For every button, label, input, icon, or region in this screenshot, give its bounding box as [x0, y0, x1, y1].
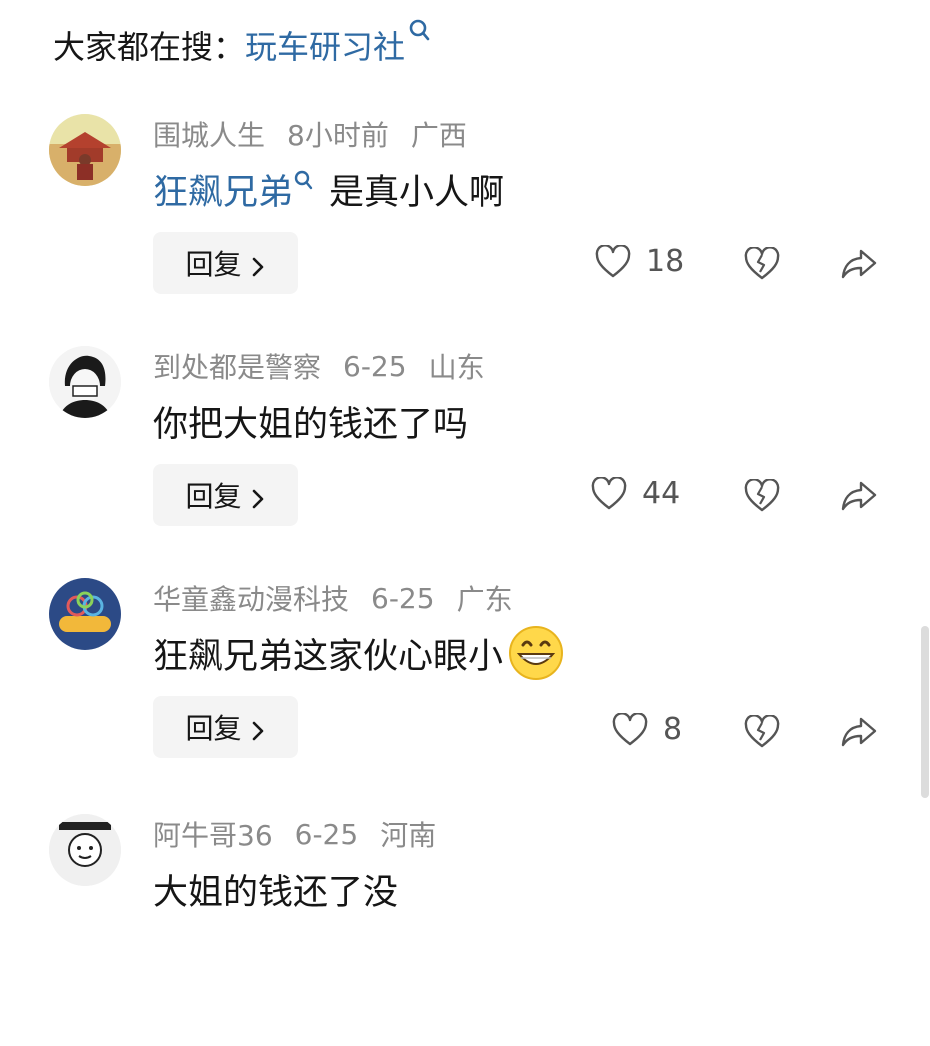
- dislike-button[interactable]: [741, 244, 783, 284]
- search-icon: [407, 18, 433, 48]
- search-term-link[interactable]: 玩车研习社: [245, 22, 405, 68]
- like-button[interactable]: 44: [590, 476, 680, 511]
- chevron-right-icon: [250, 716, 266, 741]
- mention-link[interactable]: 狂飙兄弟: [153, 164, 293, 215]
- comment-item: 阿牛哥36 6-25 河南 大姐的钱还了没: [0, 814, 930, 1046]
- broken-heart-icon: [744, 479, 780, 512]
- comment-text: 大姐的钱还了没: [153, 864, 398, 914]
- comment-location: 河南: [380, 819, 437, 852]
- share-arrow-icon: [841, 481, 877, 511]
- comment-text: 狂飙兄弟这家伙心眼小: [153, 626, 565, 680]
- comment-meta: 到处都是警察 6-25 山东: [153, 346, 507, 386]
- comment-body: 你把大姐的钱还了吗: [153, 404, 469, 445]
- share-arrow-icon: [841, 249, 877, 279]
- reply-label: 回复: [185, 248, 242, 281]
- chevron-right-icon: [250, 252, 266, 277]
- comment-body: 狂飙兄弟这家伙心眼小: [153, 636, 504, 677]
- avatar[interactable]: [49, 114, 121, 186]
- comment-meta: 围城人生 8小时前 广西: [153, 114, 489, 154]
- comment-location: 广西: [410, 119, 467, 152]
- avatar[interactable]: [49, 578, 121, 650]
- reply-button[interactable]: 回复: [153, 232, 298, 294]
- username[interactable]: 围城人生: [153, 114, 265, 154]
- comment-body: 是真小人啊: [329, 172, 505, 213]
- like-count: 8: [663, 712, 683, 747]
- username[interactable]: 到处都是警察: [153, 346, 321, 386]
- share-arrow-icon: [841, 717, 877, 747]
- heart-icon: [612, 712, 648, 745]
- broken-heart-icon: [744, 715, 780, 748]
- grinning-face-emoji: [507, 624, 565, 682]
- username[interactable]: 华童鑫动漫科技: [153, 578, 349, 618]
- search-icon: [293, 164, 315, 190]
- comment-item: 华童鑫动漫科技 6-25 广东 狂飙兄弟这家伙心眼小 回复 8: [0, 578, 930, 810]
- share-button[interactable]: [838, 244, 880, 284]
- share-button[interactable]: [838, 712, 880, 752]
- comment-time: 8小时前: [287, 119, 389, 152]
- dislike-button[interactable]: [741, 712, 783, 752]
- comment-time: 6-25: [371, 581, 435, 615]
- broken-heart-icon: [744, 247, 780, 280]
- chevron-right-icon: [250, 484, 266, 509]
- avatar[interactable]: [49, 814, 121, 886]
- comment-text: 你把大姐的钱还了吗: [153, 396, 468, 446]
- comment-meta: 华童鑫动漫科技 6-25 广东: [153, 578, 535, 618]
- scrollbar[interactable]: [921, 626, 929, 798]
- comment-time: 6-25: [343, 349, 407, 383]
- reply-label: 回复: [185, 480, 242, 513]
- comment-location: 广东: [456, 583, 513, 616]
- reply-label: 回复: [185, 712, 242, 745]
- comment-location: 山东: [428, 351, 485, 384]
- search-prefix: 大家都在搜：: [53, 28, 246, 66]
- username[interactable]: 阿牛哥36: [153, 814, 273, 854]
- like-button[interactable]: 18: [594, 244, 684, 279]
- comment-item: 到处都是警察 6-25 山东 你把大姐的钱还了吗 回复 44: [0, 346, 930, 578]
- comment-item: 围城人生 8小时前 广西 狂飙兄弟 是真小人啊 回复 18: [0, 114, 930, 346]
- dislike-button[interactable]: [741, 476, 783, 516]
- avatar[interactable]: [49, 346, 121, 418]
- reply-button[interactable]: 回复: [153, 464, 298, 526]
- heart-icon: [595, 244, 631, 277]
- search-suggestion[interactable]: 大家都在搜： 玩车研习社: [53, 19, 433, 68]
- like-count: 44: [642, 476, 681, 511]
- comment-text: 狂飙兄弟 是真小人啊: [153, 164, 504, 214]
- like-button[interactable]: 8: [611, 712, 682, 747]
- comment-time: 6-25: [294, 817, 359, 851]
- heart-icon: [591, 476, 627, 509]
- share-button[interactable]: [838, 476, 880, 516]
- like-count: 18: [646, 244, 685, 279]
- comment-meta: 阿牛哥36 6-25 河南: [153, 814, 458, 854]
- comment-body: 大姐的钱还了没: [153, 872, 399, 913]
- reply-button[interactable]: 回复: [153, 696, 298, 758]
